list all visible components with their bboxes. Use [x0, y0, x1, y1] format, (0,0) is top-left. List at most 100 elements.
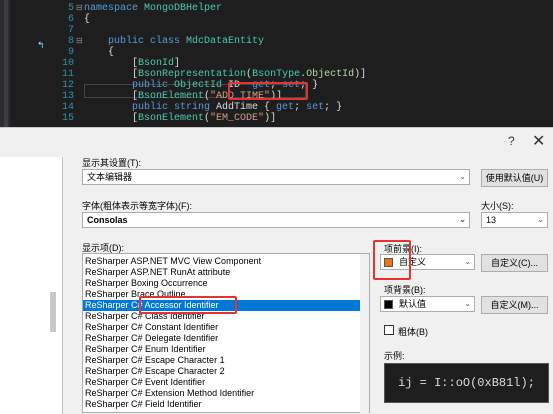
chevron-down-icon: ⌄ [464, 257, 471, 266]
chevron-down-icon: ⌄ [537, 215, 544, 224]
annotation-box-foreground [373, 240, 411, 280]
chevron-down-icon: ⌄ [459, 215, 466, 224]
line-number: 8 [67, 36, 74, 47]
code-text: [BsonElement("EM_CODE")] [84, 113, 276, 124]
code-text: namespace MongoDBHelper [84, 3, 222, 14]
code-token: [ [84, 113, 139, 124]
list-item[interactable]: ReSharper Boxing Occurrence [85, 278, 208, 289]
code-token: { [84, 14, 91, 25]
code-token: "EM_CODE" [210, 113, 265, 124]
fold-toggle-icon[interactable]: ⊟ [76, 36, 83, 47]
line-number: 15 [61, 113, 74, 124]
list-item[interactable]: ReSharper C# Event Identifier [85, 377, 205, 388]
code-line[interactable]: 11 [BsonRepresentation(BsonType.ObjectId… [0, 69, 553, 80]
display-items-scrollbar[interactable] [360, 254, 369, 413]
code-token: MongoDBHelper [144, 3, 223, 14]
list-item[interactable]: ReSharper C# Extension Method Identifier [85, 388, 254, 399]
line-number: 6 [67, 14, 74, 25]
size-select[interactable]: 13 ⌄ [481, 212, 548, 228]
line-number: 14 [61, 102, 74, 113]
code-text: { [84, 14, 90, 25]
line-number: 5 [67, 3, 74, 14]
font-value: Consolas [87, 215, 128, 225]
code-token: ; [294, 102, 307, 113]
line-number: 7 [67, 25, 74, 36]
display-items-list[interactable]: ReSharper ASP.NET MVC View Component ReSh… [82, 253, 370, 413]
bold-checkbox[interactable] [384, 325, 394, 335]
background-label: 项背景(B): [384, 285, 426, 295]
font-select[interactable]: Consolas ⌄ [82, 212, 470, 228]
code-text: { [84, 47, 114, 58]
code-token: BsonType [252, 69, 301, 80]
close-button[interactable]: ✕ [532, 131, 545, 151]
background-custom-button[interactable]: 自定义(M)... [481, 296, 548, 314]
code-text: public string AddTime { get; set; } [84, 102, 342, 113]
code-token: ObjectId [174, 80, 229, 91]
code-line[interactable]: 9 { [0, 47, 553, 58]
list-item[interactable]: ReSharper ASP.NET RunAt attribute [85, 267, 230, 278]
size-value: 13 [486, 215, 497, 225]
code-token: { [84, 47, 115, 58]
use-defaults-button[interactable]: 使用默认值(U) [481, 169, 548, 187]
fold-toggle-icon[interactable]: ⊟ [76, 3, 83, 14]
code-token: public class [108, 36, 187, 47]
show-settings-label: 显示其设置(T): [82, 158, 141, 168]
code-token: [ [84, 58, 139, 69]
code-line[interactable]: 8 ⊟ public class MdcDataEntity [0, 36, 553, 47]
show-settings-select[interactable]: 文本编辑器 ⌄ [82, 169, 470, 185]
code-line[interactable]: 6{ [0, 14, 553, 25]
background-select[interactable]: 默认值 ⌄ [380, 296, 475, 312]
bold-label: 粗体(B) [398, 327, 428, 337]
list-item[interactable]: ReSharper C# Escape Character 1 [85, 355, 225, 366]
line-number: 11 [61, 69, 74, 80]
code-token: BsonElement [138, 113, 205, 124]
list-item[interactable]: ReSharper C# Field Identifier [85, 399, 202, 410]
help-button[interactable]: ? [508, 134, 515, 148]
code-token: AddTime { [216, 102, 277, 113]
code-line[interactable]: 10 [BsonId] [0, 58, 553, 69]
code-token: BsonId [138, 58, 175, 69]
line-number: 12 [61, 80, 74, 91]
code-token: get [276, 102, 295, 113]
code-token: BsonElement [138, 91, 205, 102]
list-item[interactable]: ReSharper C# Escape Character 2 [85, 366, 225, 377]
line-number: 10 [61, 58, 74, 69]
code-token: public string [132, 102, 217, 113]
code-token: namespace [84, 3, 145, 14]
size-label: 大小(S): [481, 201, 514, 211]
code-line[interactable]: 7 [0, 25, 553, 36]
annotation-box-accessor [228, 82, 308, 100]
code-line[interactable]: 14 public string AddTime { get; set; } [0, 102, 553, 113]
code-token: set [306, 102, 325, 113]
code-token: MdcDataEntity [186, 36, 265, 47]
code-token: BsonRepresentation [138, 69, 247, 80]
tree-scrollbar[interactable] [50, 292, 56, 332]
code-token: public [132, 80, 175, 91]
code-token: [ [84, 91, 139, 102]
code-line[interactable]: 15 [BsonElement("EM_CODE")] [0, 113, 553, 124]
code-token: ; } [324, 102, 343, 113]
list-item[interactable]: ReSharper C# Constant Identifier [85, 322, 218, 333]
background-color-swatch [384, 300, 393, 309]
code-token: ObjectId [306, 69, 355, 80]
code-text: [BsonId] [84, 58, 180, 69]
code-text: public class MdcDataEntity [84, 36, 264, 47]
code-line[interactable]: 5 ⊟ namespace MongoDBHelper [0, 3, 553, 14]
background-value: 默认值 [399, 299, 427, 309]
show-settings-value: 文本编辑器 [87, 172, 133, 182]
options-tree-pane[interactable] [0, 157, 63, 414]
list-item[interactable]: ReSharper C# Enum Identifier [85, 344, 206, 355]
foreground-custom-button[interactable]: 自定义(C)... [481, 254, 548, 272]
code-editor[interactable]: ↰ 5 ⊟ namespace MongoDBHelper 6{7 8 ⊟ public … [0, 0, 553, 127]
list-item[interactable]: ReSharper C# Delegate Identifier [85, 333, 218, 344]
code-token: )] [354, 69, 367, 80]
annotation-box-selected-item [139, 296, 237, 314]
sample-preview: ij = I::oO(0xB81l); [384, 363, 549, 403]
code-token: )] [264, 113, 277, 124]
list-item[interactable]: ReSharper ASP.NET MVC View Component [85, 256, 261, 267]
code-text: [BsonRepresentation(BsonType.ObjectId)] [84, 69, 366, 80]
line-number: 13 [61, 91, 74, 102]
